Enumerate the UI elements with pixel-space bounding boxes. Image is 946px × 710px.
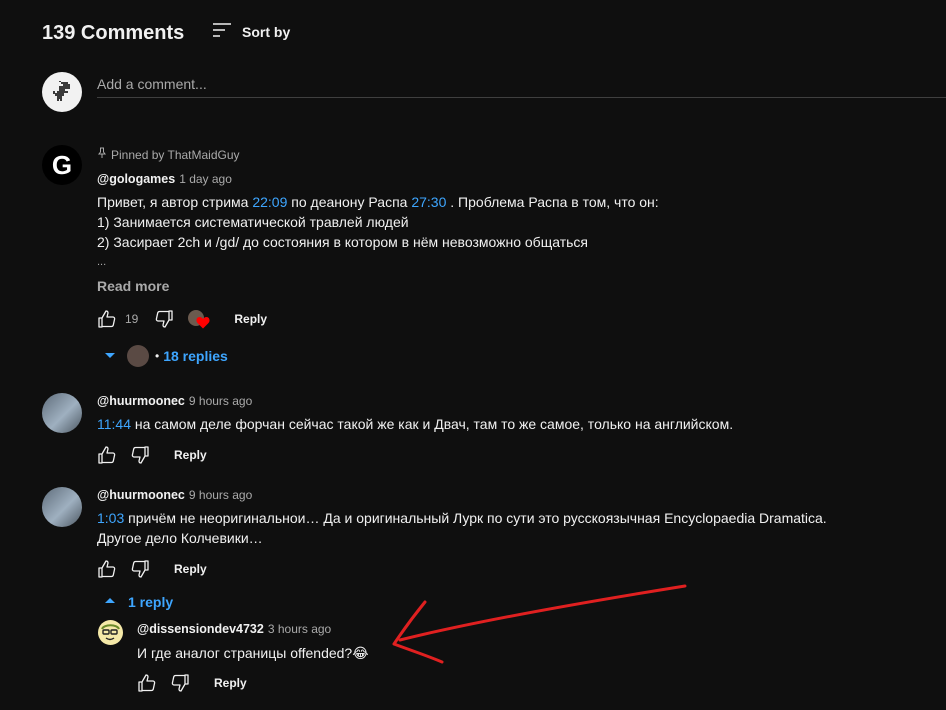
comment-text-line: Другое дело Колчевики… <box>97 530 263 546</box>
like-icon[interactable] <box>95 443 119 467</box>
comment-actions: 19 Reply <box>95 307 267 331</box>
reply-button[interactable]: Reply <box>214 676 247 690</box>
reply-button[interactable]: Reply <box>174 448 207 462</box>
comment-meta: @huurmoonec 9 hours ago <box>97 488 252 502</box>
timestamp-link[interactable]: 27:30 <box>411 194 446 210</box>
reply-meta: @dissensiondev4732 3 hours ago <box>137 622 331 636</box>
replies-toggle-button[interactable]: 1 reply <box>103 593 173 611</box>
dislike-icon[interactable] <box>128 443 152 467</box>
comment-meta: @gologames 1 day ago <box>97 172 232 186</box>
timestamp-link[interactable]: 22:09 <box>252 194 287 210</box>
laughing-emoji: 😂 <box>352 645 369 661</box>
huurmoonec-avatar[interactable] <box>42 487 82 527</box>
read-more-button[interactable]: Read more <box>97 278 169 294</box>
caret-up-icon <box>103 593 117 611</box>
like-icon[interactable] <box>95 307 119 331</box>
reply-text: И где аналог страницы offended?😂 <box>137 643 369 663</box>
g-logo: G <box>51 149 73 180</box>
replies-count: 18 replies <box>163 348 228 364</box>
red-arrow-annotation <box>392 584 687 664</box>
comment-text-segment: Привет, я автор стрима <box>97 194 253 210</box>
cartoon-face-icon <box>101 624 120 641</box>
like-icon[interactable] <box>135 671 159 695</box>
comment-actions: Reply <box>95 443 207 467</box>
heart-icon <box>196 316 210 334</box>
caret-down-icon <box>103 347 117 365</box>
reply-author[interactable]: @dissensiondev4732 <box>137 622 264 636</box>
comment-time[interactable]: 9 hours ago <box>189 488 252 502</box>
dinosaur-icon <box>53 81 70 101</box>
comment-text-segment: . Проблема Распа в том, что он: <box>446 194 659 210</box>
creator-heart-badge <box>188 308 214 330</box>
reply-button[interactable]: Reply <box>234 312 267 326</box>
pinned-badge: Pinned by ThatMaidGuy <box>97 147 240 162</box>
comment-actions: Reply <box>95 557 207 581</box>
dislike-icon[interactable] <box>128 557 152 581</box>
current-user-avatar[interactable] <box>42 72 82 112</box>
dissensiondev-avatar[interactable] <box>98 620 123 645</box>
comment-text-segment: причём не неоригинальнои… Да и оригиналь… <box>124 510 827 526</box>
huurmoonec-avatar[interactable] <box>42 393 82 433</box>
comment-author[interactable]: @gologames <box>97 172 175 186</box>
gologames-avatar[interactable]: G <box>42 145 82 185</box>
comment-author[interactable]: @huurmoonec <box>97 488 185 502</box>
dislike-icon[interactable] <box>168 671 192 695</box>
comments-count-title: 139 Comments <box>42 22 185 44</box>
comment-text-line: 1) Занимается систематической травлей лю… <box>97 214 409 230</box>
comment-text-segment: по деанону Распа <box>287 194 412 210</box>
comment-time[interactable]: 9 hours ago <box>189 394 252 408</box>
like-count: 19 <box>125 312 139 326</box>
sort-by-button[interactable]: Sort by <box>212 20 290 44</box>
replies-toggle-button[interactable]: • 18 replies <box>103 345 228 367</box>
timestamp-link[interactable]: 1:03 <box>97 510 124 526</box>
reply-actions: Reply <box>135 671 247 695</box>
reply-text-segment: И где аналог страницы offended? <box>137 645 353 661</box>
pinned-label: Pinned by ThatMaidGuy <box>111 147 240 162</box>
like-icon[interactable] <box>95 557 119 581</box>
reply-time[interactable]: 3 hours ago <box>268 622 331 636</box>
timestamp-link[interactable]: 11:44 <box>97 416 131 432</box>
comment-text-line: 11:44 на самом деле форчан сейчас такой … <box>97 414 733 434</box>
dislike-icon[interactable] <box>152 307 176 331</box>
pin-icon <box>97 147 107 162</box>
comment-text-segment: на самом деле форчан сейчас такой же как… <box>131 416 734 432</box>
comment-author[interactable]: @huurmoonec <box>97 394 185 408</box>
comment-time[interactable]: 1 day ago <box>179 172 232 186</box>
separator-dot: • <box>155 349 160 363</box>
comment-ellipsis: ... <box>97 256 107 268</box>
reply-button[interactable]: Reply <box>174 562 207 576</box>
replies-count: 1 reply <box>128 594 174 610</box>
comment-text-line: Привет, я автор стрима 22:09 по деанону … <box>97 192 659 212</box>
sort-by-label: Sort by <box>242 24 291 40</box>
comment-text-line: 1:03 причём не неоригинальнои… Да и ориг… <box>97 508 827 528</box>
sort-icon <box>212 22 232 43</box>
replier-avatar <box>127 345 149 367</box>
comment-meta: @huurmoonec 9 hours ago <box>97 394 252 408</box>
comment-text-line: 2) Засирает 2ch и /gd/ до состояния в ко… <box>97 234 588 250</box>
add-comment-input[interactable] <box>97 71 946 98</box>
